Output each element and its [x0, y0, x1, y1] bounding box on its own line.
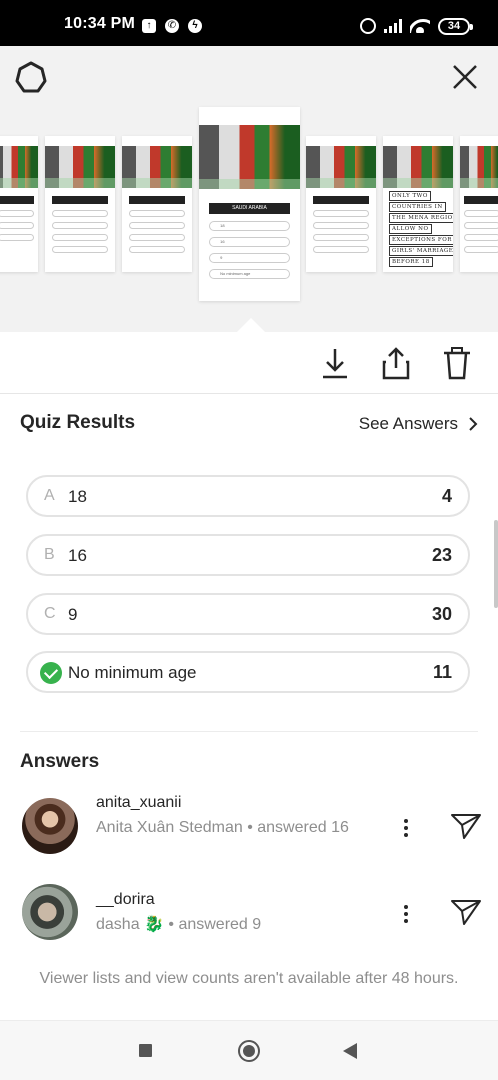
close-icon — [453, 65, 477, 89]
story-thumbnail[interactable] — [306, 136, 376, 272]
alarm-icon — [360, 18, 376, 34]
slide-question: SAUDI ARABIA — [209, 203, 290, 214]
send-message-button[interactable] — [450, 898, 482, 926]
see-answers-link[interactable]: See Answers — [359, 414, 478, 434]
story-thumbnail-fact[interactable]: ONLY TWO COUNTRIES IN THE MENA REGION AL… — [383, 136, 453, 272]
delete-button[interactable] — [442, 346, 472, 380]
option-text: 18 — [68, 487, 87, 506]
avatar[interactable] — [22, 798, 78, 854]
download-icon — [323, 349, 347, 379]
story-thumbnail-current[interactable]: SAUDI ARABIA 18 16 9 No minimum age — [199, 107, 300, 301]
option-count: 11 — [432, 662, 452, 682]
recent-apps-button[interactable] — [139, 1044, 152, 1057]
signal-icon — [384, 19, 402, 33]
option-letter: C — [44, 605, 56, 622]
download-button[interactable] — [320, 346, 350, 380]
viewer-list-notice: Viewer lists and view counts aren't avai… — [39, 970, 459, 987]
quiz-option-b: B 16 23 — [26, 534, 470, 576]
quiz-option-correct: No minimum age 11 — [26, 651, 470, 693]
story-preview-area: SAUDI ARABIA 18 16 9 No minimum age ONLY… — [0, 46, 498, 332]
option-text: 16 — [68, 546, 87, 565]
option-count: 4 — [441, 486, 452, 506]
send-message-button[interactable] — [450, 812, 482, 840]
checkmark-icon — [40, 662, 62, 684]
story-actions — [0, 332, 498, 394]
whatsapp-icon: ✆ — [165, 19, 179, 33]
option-count: 23 — [431, 545, 452, 565]
status-time: 10:34 PM — [64, 15, 135, 32]
close-button[interactable] — [448, 60, 482, 94]
divider — [20, 731, 478, 732]
option-count: 30 — [431, 604, 452, 624]
option-letter: B — [44, 546, 55, 563]
status-bar: 10:34 PM ↑ ✆ ϟ 34 — [0, 0, 498, 46]
upload-icon: ↑ — [142, 19, 156, 33]
paper-plane-icon — [451, 900, 481, 925]
wifi-icon — [410, 19, 430, 33]
selected-pointer — [237, 318, 265, 332]
quiz-option-a: A 18 4 — [26, 475, 470, 517]
settings-button[interactable] — [14, 60, 48, 94]
trash-icon — [444, 347, 470, 380]
share-icon — [382, 347, 410, 380]
scrollbar[interactable] — [494, 520, 498, 608]
chevron-right-icon — [469, 417, 478, 431]
answer-detail: dasha 🐉 • answered 9 — [96, 916, 262, 933]
share-button[interactable] — [381, 346, 411, 380]
android-nav-bar — [0, 1020, 498, 1080]
see-answers-label: See Answers — [358, 414, 458, 433]
story-thumbnail[interactable] — [122, 136, 192, 272]
quiz-results-title: Quiz Results — [20, 412, 136, 433]
quiz-option-c: C 9 30 — [26, 593, 470, 635]
gear-icon — [15, 61, 47, 93]
option-text: 9 — [68, 605, 78, 624]
messenger-icon: ϟ — [188, 19, 202, 33]
story-thumbnail[interactable] — [45, 136, 115, 272]
answers-title: Answers — [20, 751, 100, 772]
answer-username[interactable]: anita_xuanii — [96, 794, 181, 812]
home-button[interactable] — [238, 1040, 260, 1062]
more-options-button[interactable] — [398, 816, 414, 840]
answer-detail: Anita Xuân Stedman • answered 16 — [96, 819, 349, 836]
story-thumbnail[interactable] — [460, 136, 498, 272]
option-text: No minimum age — [68, 663, 197, 682]
avatar[interactable] — [22, 884, 78, 940]
more-options-button[interactable] — [398, 902, 414, 926]
back-button[interactable] — [343, 1043, 357, 1059]
paper-plane-icon — [451, 814, 481, 839]
story-thumbnail[interactable] — [0, 136, 38, 272]
option-letter: A — [44, 487, 55, 504]
answer-username[interactable]: __dorira — [96, 891, 155, 909]
battery-indicator: 34 — [438, 17, 473, 35]
